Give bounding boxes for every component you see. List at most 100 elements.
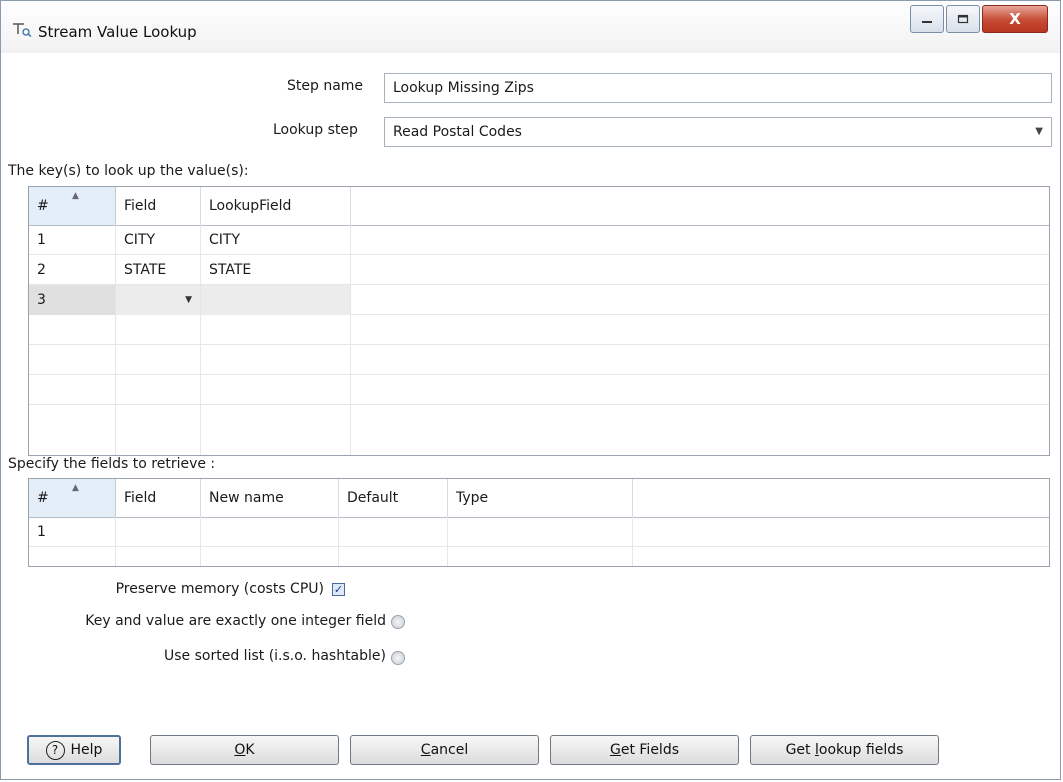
empty-cell [339, 547, 448, 566]
step-name-label: Step name [287, 78, 364, 94]
preserve-memory-checkbox[interactable]: ✓ [332, 583, 345, 596]
preserve-memory-label: Preserve memory (costs CPU) [115, 581, 324, 597]
lookup-step-value: Read Postal Codes [393, 124, 522, 140]
column-header-field-label: Field [124, 490, 157, 506]
table-row-empty [29, 345, 1049, 375]
empty-cell [29, 315, 116, 345]
lookup-step-label: Lookup step [273, 122, 358, 138]
maximize-icon [957, 14, 969, 24]
get-lookup-fields-button[interactable]: Get lookup fields [750, 735, 939, 765]
table-row-empty [29, 315, 1049, 345]
lookup-step-select[interactable]: Read Postal Codes ▼ [384, 117, 1052, 147]
table-row[interactable]: 2 STATE STATE [29, 255, 1049, 285]
column-header-number-label: # [37, 490, 49, 506]
keys-table-header: # ▲ Field LookupField [29, 187, 1049, 226]
integer-field-radio[interactable] [391, 615, 405, 629]
column-header-type-label: Type [456, 490, 489, 506]
table-row-empty [29, 405, 1049, 455]
empty-cell [116, 405, 201, 455]
table-row-empty [29, 375, 1049, 405]
step-name-input[interactable]: Lookup Missing Zips [384, 73, 1052, 103]
ok-button[interactable]: OK [150, 735, 339, 765]
get-fields-button-label: Get Fields [609, 742, 680, 758]
field-cell[interactable] [116, 517, 201, 547]
column-header-new-name[interactable]: New name [201, 479, 339, 517]
keys-table[interactable]: # ▲ Field LookupField 1 CITY CITY 2 STAT… [28, 186, 1050, 456]
cancel-button[interactable]: Cancel [350, 735, 539, 765]
column-header-type[interactable]: Type [448, 479, 633, 517]
empty-cell [201, 547, 339, 566]
empty-cell [201, 405, 351, 455]
table-row[interactable]: 1 CITY CITY [29, 225, 1049, 255]
close-icon: X [1009, 10, 1021, 28]
retrieve-table-header: # ▲ Field New name Default Type [29, 479, 1049, 518]
field-cell[interactable]: STATE [116, 255, 201, 285]
row-number: 2 [29, 255, 116, 285]
question-circle-icon: ? [45, 740, 65, 760]
lookupfield-cell[interactable] [201, 285, 351, 315]
sorted-list-radio[interactable] [391, 651, 405, 665]
sort-up-icon: ▲ [72, 191, 79, 201]
chevron-down-icon: ▼ [1035, 126, 1043, 137]
close-button[interactable]: X [982, 5, 1048, 33]
table-row-active[interactable]: 3 ▼ [29, 285, 1049, 315]
empty-cell [29, 547, 116, 566]
table-row-empty [29, 547, 1049, 566]
table-row[interactable]: 1 [29, 517, 1049, 547]
default-cell[interactable] [339, 517, 448, 547]
field-dropdown-cell[interactable]: ▼ [116, 285, 201, 315]
row-number: 1 [29, 517, 116, 547]
dialog-window: Stream Value Lookup X Step name Lookup M… [0, 0, 1061, 780]
minimize-icon [922, 21, 932, 23]
help-button-label: Help [70, 742, 103, 758]
type-cell[interactable] [448, 517, 633, 547]
empty-cell [116, 547, 201, 566]
column-header-number[interactable]: # ▲ [29, 187, 116, 225]
empty-cell [29, 405, 116, 455]
column-header-lookupfield[interactable]: LookupField [201, 187, 351, 225]
step-name-value: Lookup Missing Zips [393, 80, 534, 96]
lookupfield-cell[interactable]: STATE [201, 255, 351, 285]
column-header-default[interactable]: Default [339, 479, 448, 517]
empty-cell [201, 375, 351, 405]
column-header-new-name-label: New name [209, 490, 284, 506]
retrieve-section-title: Specify the fields to retrieve : [8, 456, 216, 472]
empty-cell [116, 315, 201, 345]
get-fields-button[interactable]: Get Fields [550, 735, 739, 765]
keys-section-title: The key(s) to look up the value(s): [8, 163, 249, 179]
column-header-lookupfield-label: LookupField [209, 198, 292, 214]
empty-cell [201, 345, 351, 375]
column-header-field-label: Field [124, 198, 157, 214]
empty-cell [29, 345, 116, 375]
field-cell[interactable]: CITY [116, 225, 201, 255]
lookupfield-cell[interactable]: CITY [201, 225, 351, 255]
maximize-button[interactable] [946, 5, 980, 33]
cancel-button-label: Cancel [420, 742, 469, 758]
integer-field-label: Key and value are exactly one integer fi… [85, 613, 386, 629]
column-header-field[interactable]: Field [116, 479, 201, 517]
checkmark-icon: ✓ [333, 583, 344, 596]
empty-cell [116, 375, 201, 405]
empty-cell [201, 315, 351, 345]
row-number: 3 [29, 285, 116, 315]
ok-button-label: OK [234, 742, 255, 758]
chevron-down-icon[interactable]: ▼ [185, 295, 192, 305]
column-header-number-label: # [37, 198, 49, 214]
get-lookup-fields-button-label: Get lookup fields [785, 742, 904, 758]
row-number: 1 [29, 225, 116, 255]
new-name-cell[interactable] [201, 517, 339, 547]
title-bar[interactable]: Stream Value Lookup X [1, 1, 1060, 53]
empty-cell [29, 375, 116, 405]
minimize-button[interactable] [910, 5, 944, 33]
column-header-number[interactable]: # ▲ [29, 479, 116, 517]
sort-up-icon: ▲ [72, 483, 79, 493]
empty-cell [116, 345, 201, 375]
column-header-default-label: Default [347, 490, 399, 506]
retrieve-table[interactable]: # ▲ Field New name Default Type 1 [28, 478, 1050, 567]
window-title: Stream Value Lookup [38, 23, 197, 41]
empty-cell [448, 547, 633, 566]
help-button[interactable]: ? Help [27, 735, 121, 765]
column-header-field[interactable]: Field [116, 187, 201, 225]
sorted-list-label: Use sorted list (i.s.o. hashtable) [164, 648, 386, 664]
stream-lookup-icon [13, 23, 32, 37]
